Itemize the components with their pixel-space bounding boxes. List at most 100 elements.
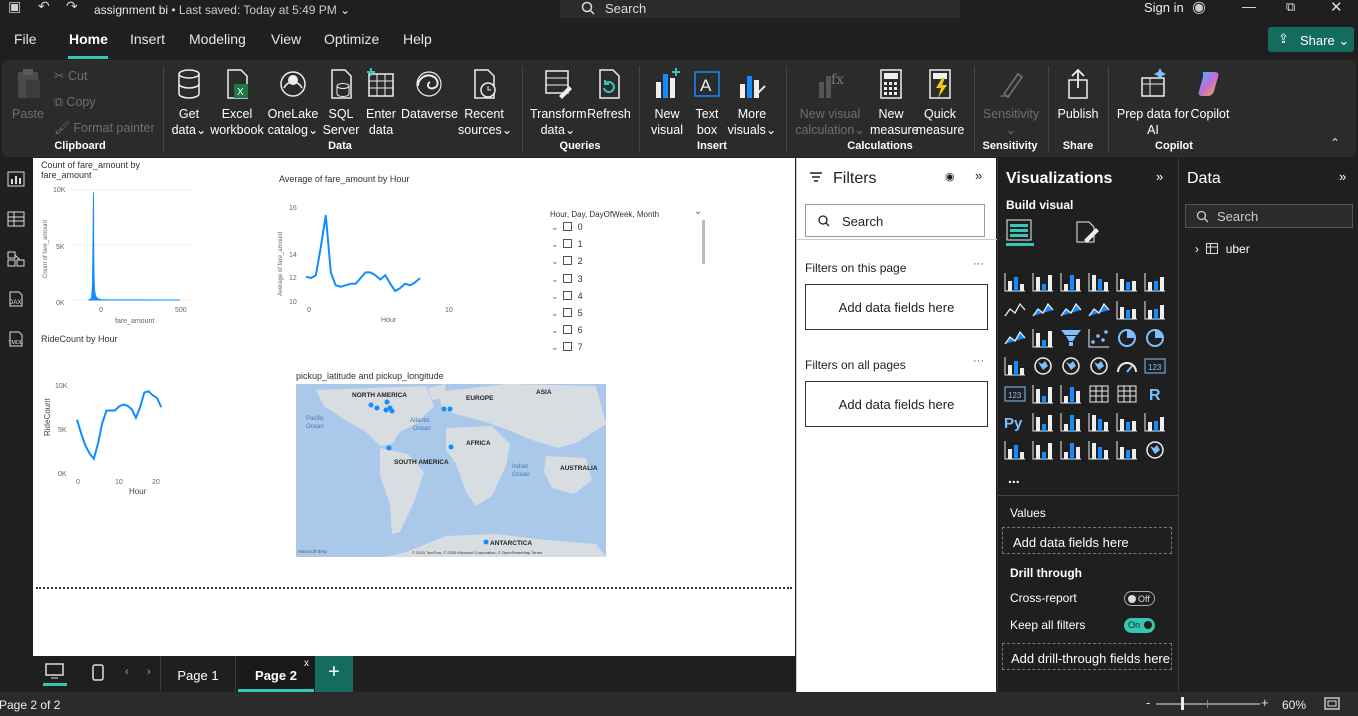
paginated-report-icon[interactable] (1004, 440, 1026, 460)
text-box-button[interactable]: A Text box (689, 68, 725, 138)
quick-measure-button[interactable]: Quick measure (914, 68, 966, 138)
more-visuals-button[interactable]: More visuals⌄ (727, 68, 777, 138)
restore-icon[interactable]: ⧉ (1286, 0, 1295, 15)
collapse-ribbon-icon[interactable]: ⌃ (1330, 136, 1340, 150)
more-visuals-icon[interactable]: ... (1008, 470, 1020, 486)
slicer-item[interactable]: ⌄ 5 (551, 308, 583, 322)
stacked-area-icon[interactable] (1060, 300, 1082, 320)
close-tab-icon[interactable]: x (304, 658, 309, 669)
add-page-button[interactable]: + (315, 656, 353, 692)
metrics-icon[interactable] (1144, 412, 1166, 432)
treemap-icon[interactable] (1004, 356, 1026, 376)
map-icon[interactable] (1032, 356, 1054, 376)
donut-icon[interactable] (1144, 328, 1166, 348)
zoom-out-icon[interactable]: - (1146, 695, 1150, 710)
azure-map-2-icon[interactable] (1144, 440, 1166, 460)
sign-in-link[interactable]: Sign in (1144, 0, 1184, 15)
scrollbar[interactable] (702, 220, 705, 264)
qa-icon[interactable] (1088, 412, 1110, 432)
power-apps-icon[interactable] (1032, 440, 1054, 460)
format-visual-tab[interactable] (1074, 220, 1100, 249)
collapse-pane-icon[interactable]: » (1339, 169, 1346, 184)
collapse-pane-icon[interactable]: » (975, 168, 982, 183)
redo-icon[interactable]: ↷ (66, 0, 78, 15)
excel-workbook-button[interactable]: X Excel workbook (209, 68, 265, 138)
area-icon[interactable] (1032, 300, 1054, 320)
prev-page-icon[interactable]: ‹ (125, 666, 129, 678)
filters-all-pages-well[interactable]: Add data fields here (805, 381, 988, 427)
paste-button[interactable]: Paste (10, 68, 46, 122)
line-clustered-column-icon[interactable] (1144, 300, 1166, 320)
tmdl-view-icon[interactable]: TMDL (6, 330, 26, 348)
r-visual-icon[interactable]: R (1144, 384, 1166, 404)
slicer-item[interactable]: ⌄ 3 (551, 273, 583, 288)
narrative-icon[interactable] (1116, 412, 1138, 432)
azure-map-icon[interactable] (1088, 356, 1110, 376)
card-icon[interactable]: 123 (1144, 356, 1166, 376)
prep-data-for-ai-button[interactable]: Prep data for AI (1115, 68, 1191, 138)
recent-sources-button[interactable]: Recent sources⌄ (458, 68, 512, 138)
drill-through-well[interactable]: Add drill-through fields here (1002, 643, 1172, 670)
sql-server-button[interactable]: SQL Server (321, 68, 361, 138)
line-column-icon[interactable] (1116, 300, 1138, 320)
button-slicer-icon[interactable] (1088, 440, 1110, 460)
onelake-catalog-button[interactable]: OneLake catalog⌄ (266, 68, 320, 138)
sensitivity-button[interactable]: Sensitivity ⌄ (980, 68, 1042, 138)
slicer-item[interactable]: ⌄ 1 (551, 239, 583, 253)
100-stacked-bar-icon[interactable] (1116, 272, 1138, 292)
save-icon[interactable]: ▣ (8, 0, 21, 15)
hour-slicer[interactable]: Hour, Day, DayOfWeek, Month ⌄ ⌄ 0 ⌄ 1 ⌄ 2 ⌄… (549, 206, 709, 408)
ribbon-icon[interactable] (1004, 328, 1026, 348)
dataverse-button[interactable]: Dataverse (401, 68, 458, 122)
goals-icon[interactable] (1116, 440, 1138, 460)
ridecount-chart[interactable]: 10K 5K 0K 0 10 20 Hour RideCount (37, 352, 207, 500)
menu-modeling[interactable]: Modeling (189, 31, 246, 47)
table-icon[interactable] (1088, 384, 1110, 404)
copy-button[interactable]: ⧉ Copy (54, 94, 96, 110)
scatter-icon[interactable] (1088, 328, 1110, 348)
slicer-item[interactable]: ⌄ 7 (551, 342, 583, 356)
zoom-in-icon[interactable]: + (1261, 695, 1269, 710)
stacked-column-icon[interactable] (1032, 272, 1054, 292)
line-icon[interactable] (1004, 300, 1026, 320)
menu-view[interactable]: View (271, 31, 301, 47)
close-icon[interactable]: ✕ (1330, 0, 1343, 16)
model-view-icon[interactable] (6, 250, 26, 268)
publish-button[interactable]: Publish (1055, 68, 1101, 122)
slicer-item[interactable]: ⌄ 6 (551, 325, 583, 339)
title-search-box[interactable]: Search (560, 0, 960, 18)
values-well[interactable]: Add data fields here (1002, 527, 1172, 554)
keep-filters-toggle[interactable]: On (1124, 618, 1155, 633)
multi-row-card-icon[interactable]: 123 (1004, 384, 1026, 404)
slicer-item[interactable]: ⌄ 2 (551, 256, 583, 270)
mobile-layout-button[interactable] (91, 664, 105, 687)
fit-to-page-icon[interactable] (1324, 697, 1340, 711)
more-options-icon[interactable]: ··· (973, 258, 984, 270)
clustered-column-icon[interactable] (1088, 272, 1110, 292)
gauge-icon[interactable] (1116, 356, 1138, 376)
slicer-item[interactable]: ⌄ 4 (551, 290, 583, 305)
copilot-button[interactable]: Copilot (1188, 68, 1232, 122)
python-visual-icon[interactable]: Py (1004, 412, 1026, 432)
new-visual-calculation-button[interactable]: fx New visual calculation⌄ (795, 68, 865, 138)
transform-data-button[interactable]: Transform data⌄ (530, 68, 587, 138)
cut-button[interactable]: ✂ Cut (54, 68, 87, 84)
waterfall-icon[interactable] (1032, 328, 1054, 348)
dax-query-view-icon[interactable]: DAX (6, 290, 26, 308)
zoom-slider-thumb[interactable] (1181, 697, 1184, 710)
slicer-icon[interactable] (1060, 384, 1082, 404)
refresh-button[interactable]: Refresh (587, 68, 631, 122)
format-painter-button[interactable]: 🖌 Format painter (54, 120, 155, 136)
undo-icon[interactable]: ↶ (38, 0, 50, 15)
power-automate-icon[interactable] (1060, 440, 1082, 460)
filters-on-page-well[interactable]: Add data fields here (805, 284, 988, 330)
menu-optimize[interactable]: Optimize (324, 31, 379, 47)
zoom-slider[interactable] (1156, 703, 1260, 705)
100-stacked-column-icon[interactable] (1144, 272, 1166, 292)
avg-fare-chart[interactable]: 16 14 12 10 0 10 Hour Average of fare_am… (275, 196, 475, 328)
tab-page-1[interactable]: Page 1 (160, 656, 236, 692)
clustered-bar-icon[interactable] (1060, 272, 1082, 292)
new-visual-button[interactable]: New visual (646, 68, 688, 138)
menu-insert[interactable]: Insert (130, 31, 165, 47)
get-data-button[interactable]: Get data⌄ (169, 68, 209, 138)
